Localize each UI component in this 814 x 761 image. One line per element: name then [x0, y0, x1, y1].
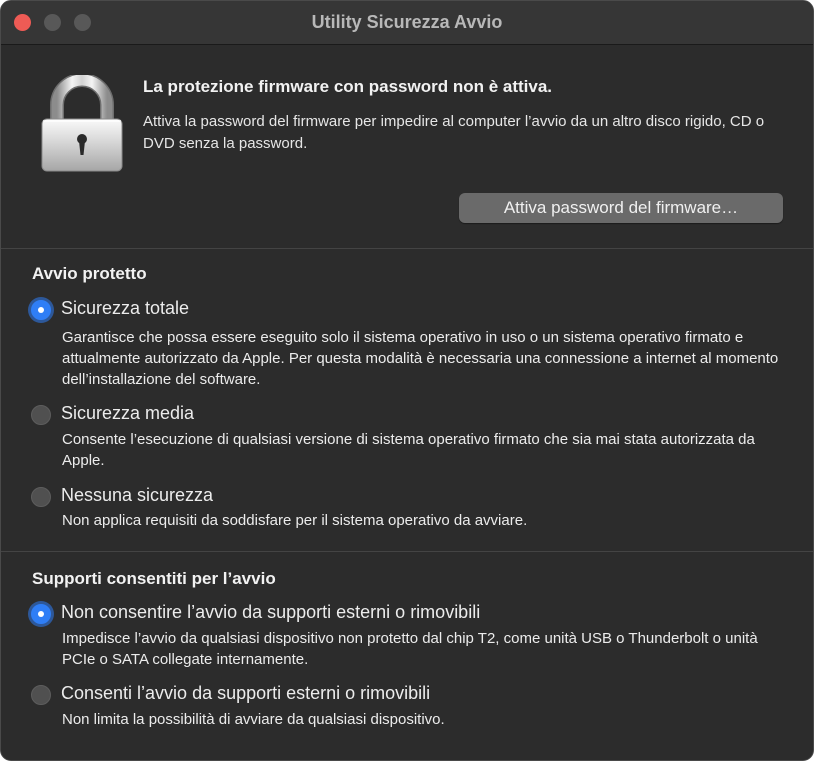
disallow-external-boot-description: Impedisce l’avvio da qualsiasi dispositi…: [62, 630, 758, 668]
radio-button-selected[interactable]: [31, 604, 51, 624]
radio-label[interactable]: Consenti l’avvio da supporti esterni o r…: [61, 683, 430, 704]
allow-external-boot-description: Non limita la possibilità di avviare da …: [62, 711, 445, 728]
lock-icon: [41, 75, 123, 172]
radio-label[interactable]: Sicurezza media: [61, 403, 194, 424]
radio-label[interactable]: Sicurezza totale: [61, 298, 189, 319]
no-security-description: Non applica requisiti da soddisfare per …: [62, 512, 528, 529]
full-security-description: Garantisce che possa essere eseguito sol…: [62, 329, 779, 388]
radio-button[interactable]: [31, 685, 51, 705]
boot-media-heading: Supporti consentiti per l’avvio: [32, 569, 276, 588]
title-bar[interactable]: Utility Sicurezza Avvio: [1, 1, 813, 45]
radio-label[interactable]: Non consentire l’avvio da supporti ester…: [61, 602, 480, 623]
radio-button[interactable]: [31, 405, 51, 425]
firmware-status-heading: La protezione firmware con password non …: [143, 77, 553, 96]
section-divider: [1, 248, 813, 249]
secure-boot-heading: Avvio protetto: [32, 264, 147, 283]
firmware-description: Attiva la password del firmware per impe…: [143, 113, 765, 152]
medium-security-description: Consente l’esecuzione di qualsiasi versi…: [62, 431, 755, 469]
startup-security-window: Utility Sicurezza Avvio La protezione fi…: [0, 0, 814, 761]
radio-button[interactable]: [31, 487, 51, 507]
section-divider: [1, 551, 813, 552]
window-title: Utility Sicurezza Avvio: [311, 12, 503, 32]
enable-firmware-password-button[interactable]: Attiva password del firmware…: [459, 193, 783, 223]
radio-label[interactable]: Nessuna sicurezza: [61, 485, 213, 506]
radio-button-selected[interactable]: [31, 300, 51, 320]
